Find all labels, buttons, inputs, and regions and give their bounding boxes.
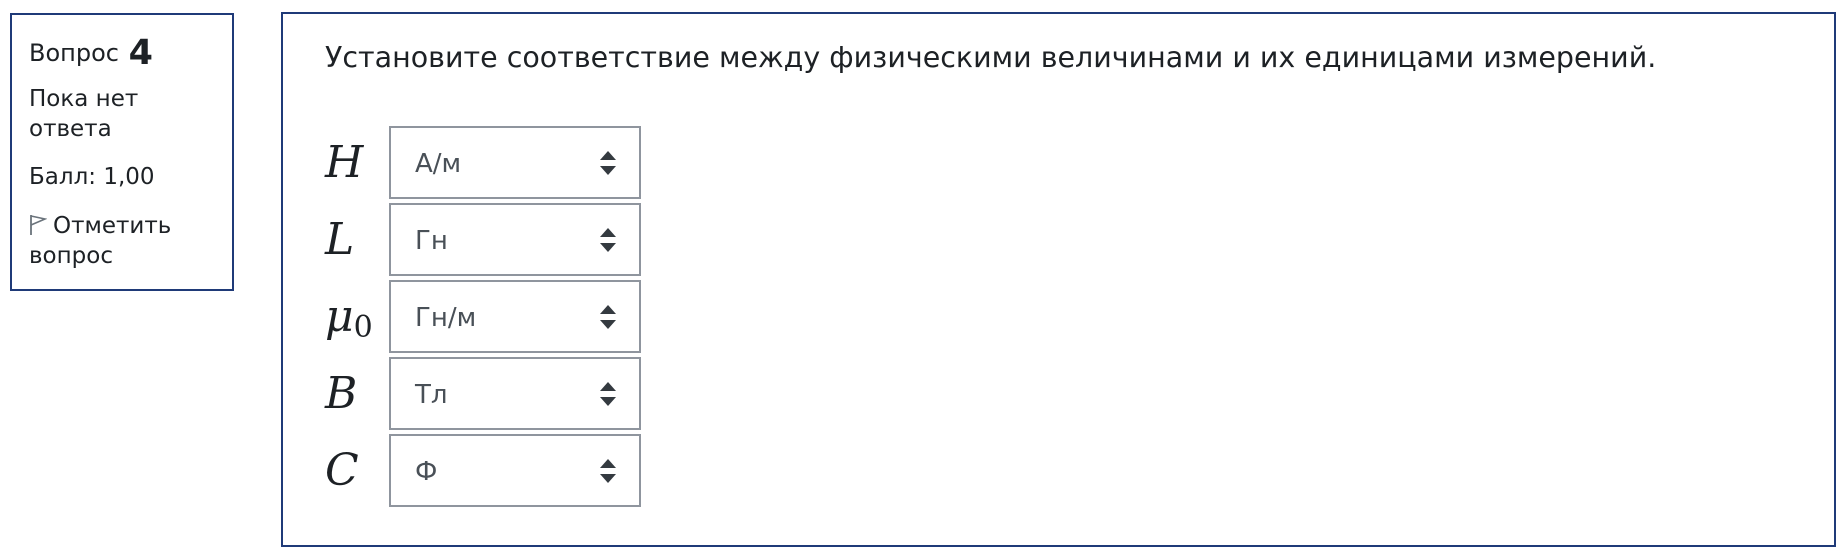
match-select[interactable]: Тл: [389, 357, 641, 430]
question-text: Установите соответствие между физическим…: [325, 41, 1657, 74]
match-variable: C: [325, 445, 359, 496]
up-down-caret-icon: [600, 228, 616, 252]
match-select[interactable]: Ф: [389, 434, 641, 507]
flag-question-link[interactable]: Отметить вопрос: [29, 211, 218, 271]
match-variable: B: [325, 368, 358, 419]
match-select[interactable]: Гн/м: [389, 280, 641, 353]
match-select-value: Тл: [415, 380, 448, 410]
match-select[interactable]: Гн: [389, 203, 641, 276]
question-number-value: 4: [128, 33, 153, 73]
up-down-caret-icon: [600, 151, 616, 175]
match-row: H А/м: [325, 126, 655, 199]
match-row: μ0 Гн/м: [325, 280, 655, 353]
match-variable: μ0: [325, 291, 373, 345]
question-grade: Балл: 1,00: [29, 164, 155, 190]
match-row: C Ф: [325, 434, 655, 507]
match-variable: L: [325, 214, 355, 265]
match-select[interactable]: А/м: [389, 126, 641, 199]
up-down-caret-icon: [600, 459, 616, 483]
question-label: Вопрос: [29, 39, 119, 67]
match-row: L Гн: [325, 203, 655, 276]
question-info-panel: Вопрос 4 Пока нет ответа Балл: 1,00 Отме…: [10, 13, 234, 291]
match-select-value: Гн: [415, 226, 448, 256]
flag-outline-icon: [30, 215, 48, 235]
match-row: B Тл: [325, 357, 655, 430]
match-select-value: Гн/м: [415, 303, 477, 333]
up-down-caret-icon: [600, 305, 616, 329]
question-number: Вопрос 4: [29, 36, 218, 71]
flag-question-label: Отметить вопрос: [29, 213, 172, 269]
question-formulation: Установите соответствие между физическим…: [281, 12, 1836, 547]
match-select-value: Ф: [415, 457, 438, 487]
match-select-value: А/м: [415, 149, 462, 179]
question-state: Пока нет ответа: [29, 86, 139, 142]
up-down-caret-icon: [600, 382, 616, 406]
match-variable: H: [325, 137, 364, 188]
